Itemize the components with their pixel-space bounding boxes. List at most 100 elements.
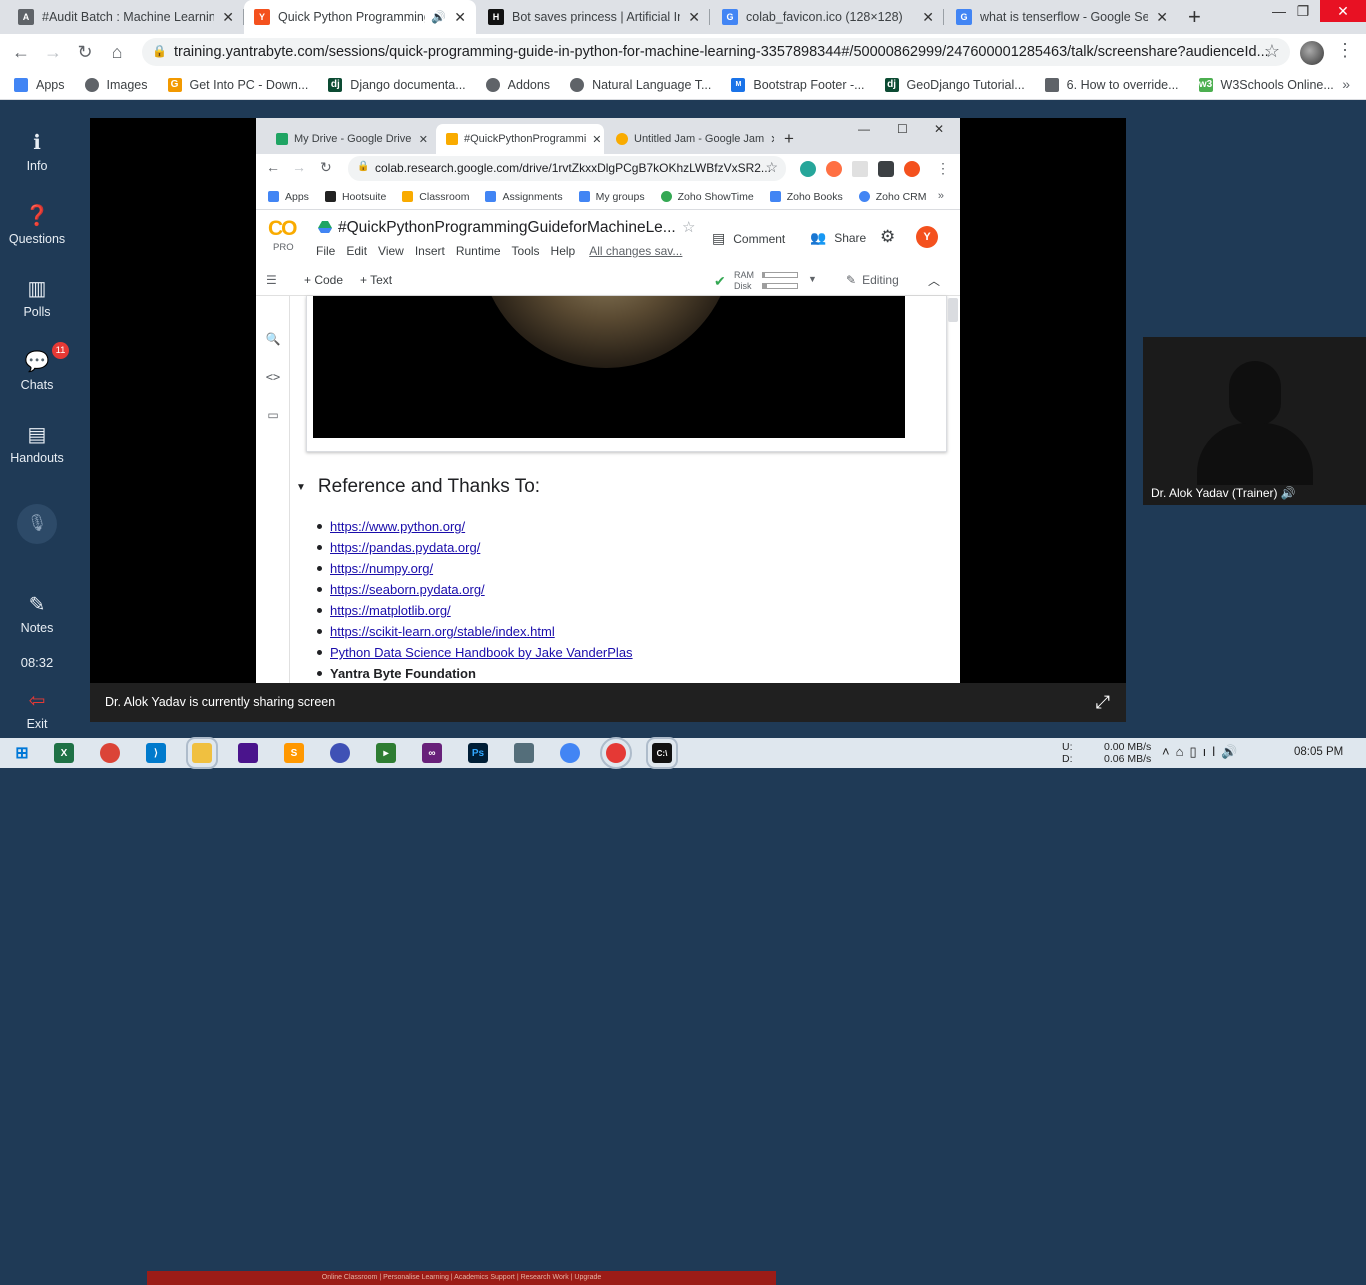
profile-icon[interactable] [904,161,920,177]
menu-runtime[interactable]: Runtime [456,244,501,258]
close-icon[interactable]: ✕ [1156,9,1168,26]
excel-icon[interactable]: X [54,743,74,763]
app-icon[interactable]: ▸ [376,743,396,763]
app-icon[interactable] [238,743,258,763]
sidebar-item-exit[interactable]: ⇦ Exit [0,688,74,731]
fullscreen-icon[interactable]: ⤢ [1096,692,1110,713]
share-button[interactable]: 👥 Share [810,230,866,246]
speaker-icon[interactable]: 🔊 [431,10,446,24]
collapse-caret-icon[interactable]: ▼ [296,482,306,493]
file-explorer-icon[interactable] [186,737,218,769]
bookmark-item[interactable]: Apps [14,77,65,92]
menu-insert[interactable]: Insert [415,244,445,258]
bookmark-star-icon[interactable]: ☆ [765,159,778,176]
section-heading[interactable]: ▼ Reference and Thanks To: [296,476,540,498]
menu-edit[interactable]: Edit [346,244,367,258]
comment-button[interactable]: ▤ Comment [712,230,785,247]
menu-tools[interactable]: Tools [512,244,540,258]
bookmark-item[interactable]: Classroom [402,191,469,203]
microphone-button[interactable]: 🎙 [17,504,57,544]
user-avatar[interactable]: Y [916,226,938,248]
inner-menu-icon[interactable]: ⋮ [936,160,950,177]
inner-close-button[interactable]: ✕ [934,122,944,136]
terminal-icon[interactable]: C:\ [646,737,678,769]
sublime-icon[interactable]: S [284,743,304,763]
home-button[interactable]: ⌂ [106,41,128,63]
bookmark-item[interactable]: M Bootstrap Footer -... [731,77,865,92]
bookmark-item[interactable]: Natural Language T... [570,77,711,92]
inner-address-bar[interactable]: 🔒 colab.research.google.com/drive/1rvtZk… [348,156,786,181]
ram-disk-indicator[interactable]: ✔ RAM Disk [714,270,804,292]
extension-icon[interactable] [800,161,816,177]
add-code-button[interactable]: + Code [304,273,343,287]
puzzle-icon[interactable] [878,161,894,177]
photoshop-icon[interactable]: Ps [468,743,488,763]
bookmark-item[interactable]: Zoho Books [769,191,843,203]
code-snippets-icon[interactable]: <> [264,370,282,384]
browser-menu-icon[interactable]: ⋮ [1336,40,1354,61]
inner-minimize-button[interactable]: — [858,122,870,136]
forward-button[interactable]: → [42,41,64,63]
inner-restore-button[interactable]: ☐ [897,122,908,136]
menu-file[interactable]: File [316,244,335,258]
extension-icon[interactable] [852,161,868,177]
inner-new-tab-button[interactable]: + [784,129,794,149]
chrome-icon[interactable] [100,743,120,763]
close-icon[interactable]: ✕ [586,133,601,146]
save-status[interactable]: All changes sav... [589,244,682,258]
window-close-button[interactable]: ✕ [1320,0,1366,22]
bookmark-item[interactable]: Images [84,77,148,92]
editing-mode-button[interactable]: ✎ Editing [846,273,899,287]
inner-tab[interactable]: Untitled Jam - Google Jam✕ [606,124,774,154]
inner-tab[interactable]: My Drive - Google Drive ✕ [266,124,438,154]
windows-start-icon[interactable]: ⊞ [12,743,32,763]
chrome-icon[interactable] [560,743,580,763]
inner-tab-active[interactable]: #QuickPythonProgrammi ✕ [436,124,604,154]
close-icon[interactable]: ✕ [222,9,234,26]
chrome-icon[interactable] [600,737,632,769]
address-bar[interactable]: 🔒 training.yantrabyte.com/sessions/quick… [142,38,1290,66]
bookmark-item[interactable]: Hootsuite [324,191,386,203]
bookmark-item[interactable]: dj Django documenta... [328,77,466,92]
profile-avatar[interactable] [1300,41,1324,65]
browser-tab[interactable]: G what is tenserflow - Google Sea ✕ [946,0,1178,34]
reference-link[interactable]: https://matplotlib.org/ [330,603,451,618]
bookmark-item[interactable]: dj GeoDjango Tutorial... [884,77,1025,92]
reload-button[interactable]: ↻ [74,41,96,63]
bookmark-item[interactable]: My groups [578,191,645,203]
bookmark-item[interactable]: Apps [268,191,309,203]
bookmark-item[interactable]: Zoho ShowTime [660,191,754,203]
bookmark-item[interactable]: G Get Into PC - Down... [167,77,308,92]
colab-logo[interactable]: CO [268,217,297,241]
reference-link[interactable]: https://scikit-learn.org/stable/index.ht… [330,624,555,639]
back-button[interactable]: ← [10,41,32,63]
chevron-down-icon[interactable]: ▼ [808,274,817,284]
chevron-up-icon[interactable]: ︿ [928,272,940,289]
vscode-icon[interactable]: ⟩ [146,743,166,763]
search-icon[interactable]: 🔍 [264,332,282,346]
browser-tab[interactable]: H Bot saves princess | Artificial Inte ✕ [478,0,710,34]
bookmark-item[interactable]: Assignments [485,191,563,203]
bookmarks-overflow-icon[interactable]: » [1342,76,1350,92]
bookmark-item[interactable]: Addons [485,77,550,92]
browser-tab[interactable]: G colab_favicon.ico (128×128) ✕ [712,0,944,34]
settings-gear-icon[interactable]: ⚙ [880,227,895,247]
add-text-button[interactable]: + Text [360,273,392,287]
app-icon[interactable] [514,743,534,763]
reference-link[interactable]: https://numpy.org/ [330,561,433,576]
scrollbar[interactable] [948,298,958,322]
extension-icon[interactable] [826,161,842,177]
inner-reload-button[interactable]: ↻ [320,159,332,176]
notebook-title[interactable]: #QuickPythonProgrammingGuideforMachineLe… [338,219,676,237]
reference-link[interactable]: https://www.python.org/ [330,519,465,534]
sidebar-item-polls[interactable]: ▥ Polls [0,276,74,319]
bookmark-item[interactable]: 6. How to override... [1044,77,1179,92]
star-icon[interactable]: ☆ [682,218,695,236]
visual-studio-icon[interactable]: ∞ [422,743,442,763]
sidebar-item-info[interactable]: ℹ Info [0,130,74,173]
close-icon[interactable]: ✕ [688,9,700,26]
reference-link[interactable]: Python Data Science Handbook by Jake Van… [330,645,633,660]
close-icon[interactable]: ✕ [922,9,934,26]
inner-forward-button[interactable]: → [292,159,306,175]
sidebar-item-handouts[interactable]: ▤ Handouts [0,422,74,465]
